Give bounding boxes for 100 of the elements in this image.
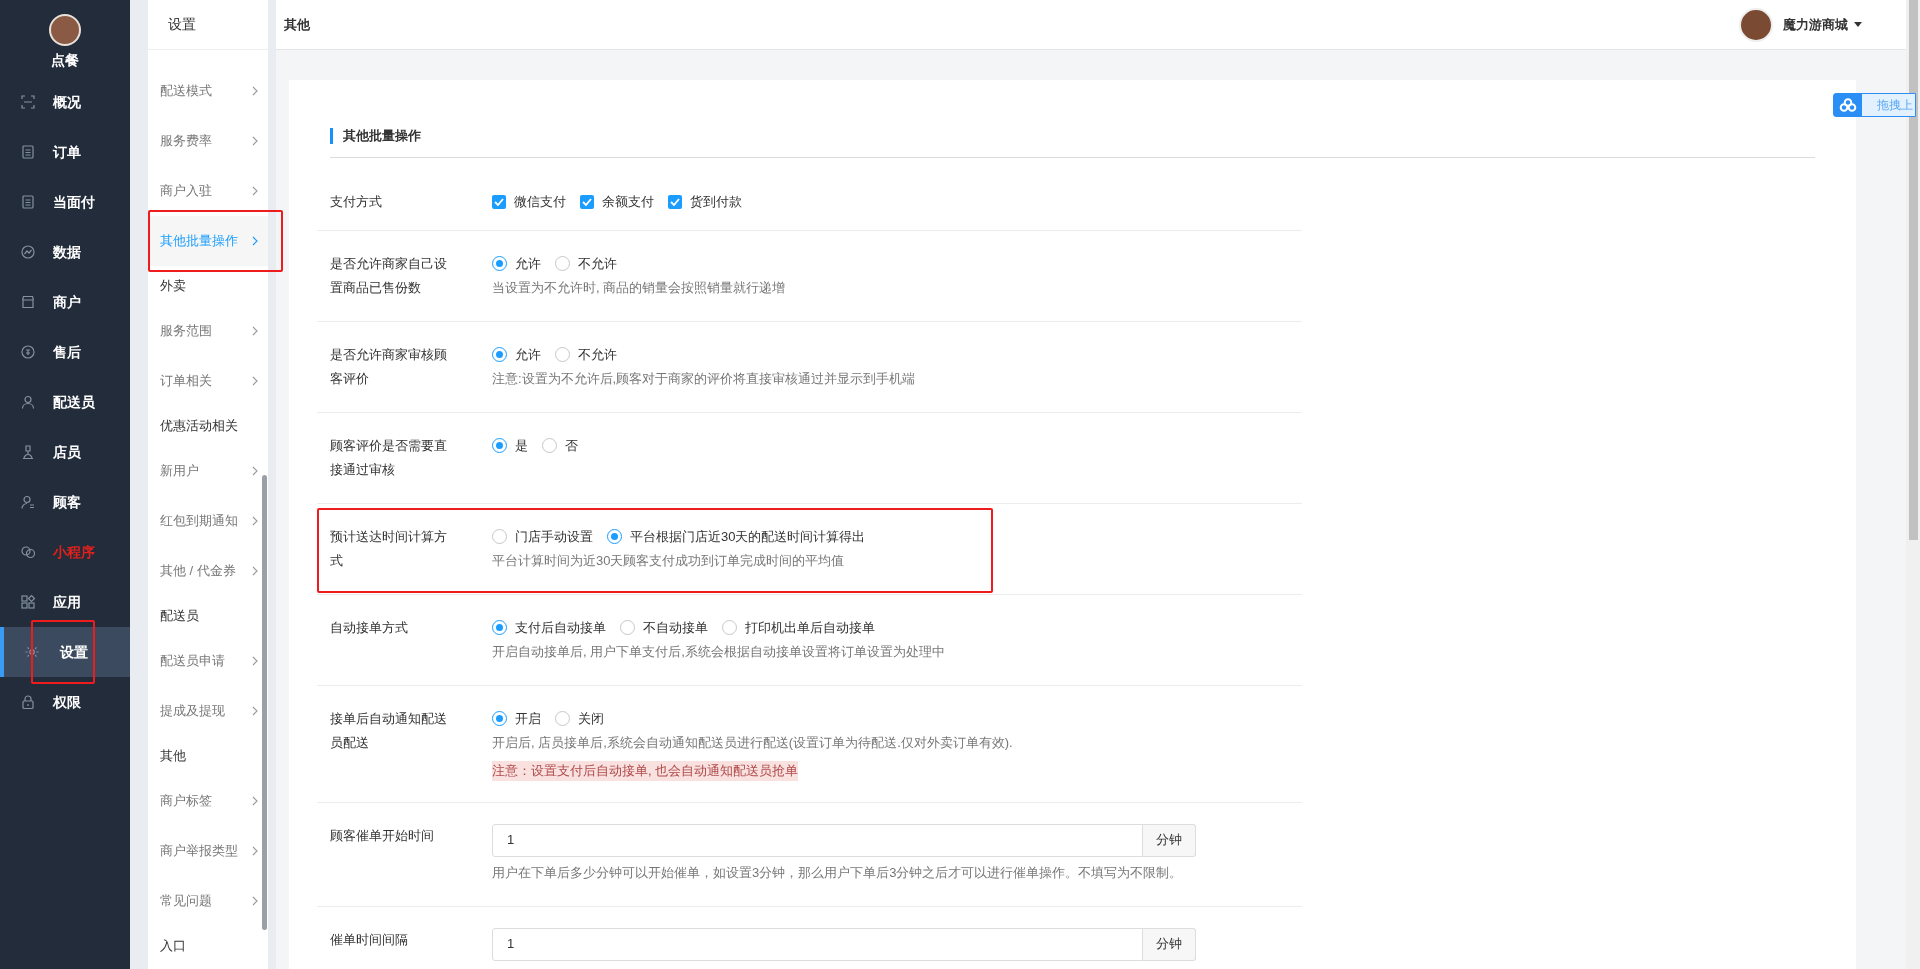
submenu-group-label: 入口 — [159, 937, 187, 956]
number-input-field[interactable]: 1 — [492, 823, 1143, 857]
nav-item[interactable]: 商户 — [0, 277, 130, 327]
submenu-item[interactable]: 新用户 — [148, 446, 268, 496]
checkmark-icon — [494, 197, 504, 206]
help-text: 用户在下单后多少分钟可以开始催单，如设置3分钟，那么用户下单后3分钟之后才可以进行催单操作。不填写为不限制。 — [492, 863, 1184, 882]
chevron-right-icon — [252, 136, 258, 146]
option-label[interactable]: 不自动接单 — [643, 617, 708, 638]
caret-down-icon — [1854, 22, 1862, 27]
warning-note: 注意：设置支付后自动接单, 也会自动通知配送员抢单 — [492, 760, 799, 781]
submenu-item[interactable]: 商户入驻 — [148, 166, 268, 216]
submenu-item[interactable]: 常见问题 — [148, 876, 268, 926]
nav-item[interactable]: 数据 — [0, 227, 130, 277]
option-label[interactable]: 关闭 — [578, 708, 604, 729]
submenu-title: 设置 — [168, 15, 196, 34]
nav-item[interactable]: 配送员 — [0, 377, 130, 427]
submenu-item[interactable]: 商户举报类型 — [148, 826, 268, 876]
number-input-field[interactable]: 1 — [492, 927, 1143, 961]
option-label[interactable]: 门店手动设置 — [515, 526, 593, 547]
nav-item[interactable]: 权限 — [0, 677, 130, 727]
nav-item[interactable]: 订单 — [0, 127, 130, 177]
submenu-item[interactable]: 提成及提现 — [148, 686, 268, 736]
submenu-item[interactable]: 其他 / 代金券 — [148, 546, 268, 596]
chevron-right-icon — [252, 376, 258, 386]
submenu-item[interactable]: 商户标签 — [148, 776, 268, 826]
radio-button[interactable] — [492, 711, 507, 726]
field-label: 预计送达时间计算方式 — [330, 527, 448, 570]
radio-button[interactable] — [492, 347, 507, 362]
scan-icon — [20, 94, 36, 110]
checkbox[interactable] — [580, 194, 594, 209]
chevron-right-icon — [252, 706, 258, 716]
submenu-item[interactable]: 配送员申请 — [148, 636, 268, 686]
radio-button[interactable] — [555, 711, 570, 726]
field-label: 顾客催单开始时间 — [330, 826, 435, 845]
store-icon — [20, 294, 36, 310]
option-label[interactable]: 不允许 — [578, 344, 617, 365]
radio-button[interactable] — [722, 620, 737, 635]
field-label: 是否允许商家自己设置商品已售份数 — [330, 254, 448, 297]
chevron-right-icon — [252, 86, 258, 96]
radio-button[interactable] — [492, 438, 507, 453]
chevron-right-icon — [252, 186, 258, 196]
option-label[interactable]: 是 — [515, 435, 528, 456]
help-text: 注意:设置为不允许后,顾客对于商家的评价将直接审核通过并显示到手机端 — [492, 369, 917, 388]
checkbox[interactable] — [492, 194, 506, 209]
field-label: 顾客评价是否需要直接通过审核 — [330, 436, 448, 479]
submenu-item[interactable]: 服务范围 — [148, 306, 268, 356]
option-label[interactable]: 微信支付 — [514, 191, 566, 212]
chart-icon — [20, 244, 36, 260]
person-icon — [20, 444, 36, 460]
checkbox[interactable] — [668, 194, 682, 209]
nav-item[interactable]: 当面付 — [0, 177, 130, 227]
submenu-group-label: 配送员 — [159, 607, 200, 626]
radio-button[interactable] — [492, 256, 507, 271]
nav-item[interactable]: 售后 — [0, 327, 130, 377]
section-title: 其他批量操作 — [343, 127, 421, 145]
option-label[interactable]: 允许 — [515, 344, 541, 365]
nav-item[interactable]: 应用 — [0, 577, 130, 627]
radio-button[interactable] — [607, 529, 622, 544]
nav-item[interactable]: 概况 — [0, 77, 130, 127]
title-accent-bar — [330, 127, 333, 144]
option-label[interactable]: 开启 — [515, 708, 541, 729]
chevron-right-icon — [252, 466, 258, 476]
option-label[interactable]: 否 — [565, 435, 578, 456]
field-label: 接单后自动通知配送员配送 — [330, 709, 448, 752]
submenu-item[interactable]: 服务费率 — [148, 116, 268, 166]
option-label[interactable]: 余额支付 — [602, 191, 654, 212]
radio-button[interactable] — [492, 529, 507, 544]
page-title: 其他 — [284, 15, 310, 34]
person-icon — [20, 494, 36, 510]
submenu-group-label: 其他 — [159, 747, 187, 766]
option-label[interactable]: 打印机出单后自动接单 — [745, 617, 875, 638]
nav-item[interactable]: 设置 — [0, 627, 130, 677]
nav-item[interactable]: 店员 — [0, 427, 130, 477]
option-label[interactable]: 不允许 — [578, 253, 617, 274]
chevron-right-icon — [252, 326, 258, 336]
avatar[interactable] — [49, 14, 81, 46]
chevron-right-icon — [252, 566, 258, 576]
radio-button[interactable] — [542, 438, 557, 453]
gear-icon — [24, 644, 40, 660]
help-text: 开启自动接单后, 用户下单支付后,系统会根据自动接单设置将订单设置为处理中 — [492, 642, 946, 661]
option-label[interactable]: 平台根据门店近30天的配送时间计算得出 — [630, 526, 866, 547]
option-label[interactable]: 允许 — [515, 253, 541, 274]
radio-button[interactable] — [555, 347, 570, 362]
field-label: 自动接单方式 — [330, 618, 409, 637]
chevron-right-icon — [252, 896, 258, 906]
grid-icon — [20, 594, 36, 610]
submenu-item[interactable]: 红包到期通知 — [148, 496, 268, 546]
radio-button[interactable] — [555, 256, 570, 271]
radio-button[interactable] — [620, 620, 635, 635]
unit-addon: 分钟 — [1143, 823, 1196, 857]
option-label[interactable]: 货到付款 — [690, 191, 742, 212]
nav-item[interactable]: 顾客 — [0, 477, 130, 527]
submenu-item[interactable]: 配送模式 — [148, 66, 268, 116]
help-text: 当设置为不允许时, 商品的销量会按照销量就行递增 — [492, 278, 787, 297]
user-avatar[interactable] — [1739, 7, 1773, 42]
radio-button[interactable] — [492, 620, 507, 635]
lock-icon — [20, 694, 36, 710]
user-menu[interactable]: 魔力游商城 — [1783, 14, 1862, 35]
submenu-item[interactable]: 订单相关 — [148, 356, 268, 406]
option-label[interactable]: 支付后自动接单 — [515, 617, 606, 638]
